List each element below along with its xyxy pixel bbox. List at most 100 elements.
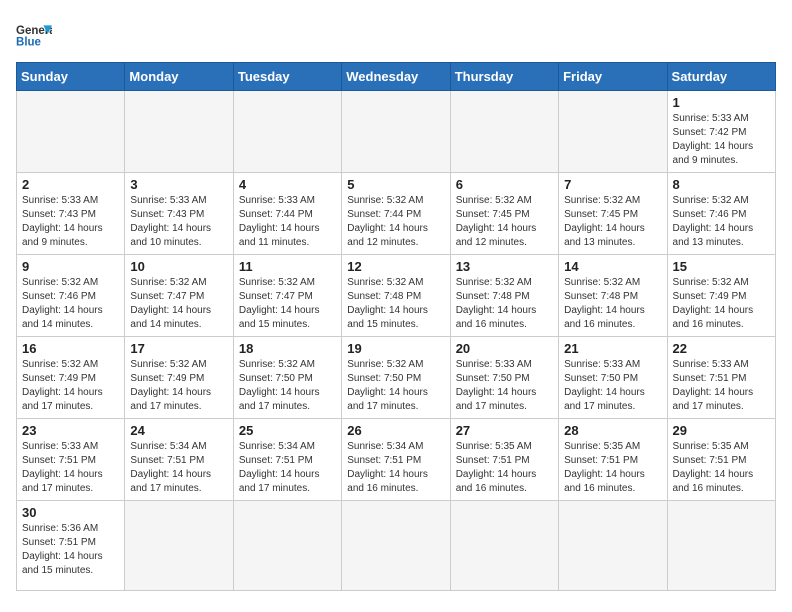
calendar-day-cell: 21 Sunrise: 5:33 AM Sunset: 7:50 PM Dayli…	[559, 337, 667, 419]
calendar-day-cell	[450, 91, 558, 173]
day-info: Sunrise: 5:34 AM Sunset: 7:51 PM Dayligh…	[347, 440, 444, 496]
calendar-day-cell: 13 Sunrise: 5:32 AM Sunset: 7:48 PM Dayli…	[450, 255, 558, 337]
calendar-week-row: 9 Sunrise: 5:32 AM Sunset: 7:46 PM Daylig…	[17, 255, 776, 337]
day-of-week-header: Saturday	[667, 63, 775, 91]
calendar-day-cell: 9 Sunrise: 5:32 AM Sunset: 7:46 PM Daylig…	[17, 255, 125, 337]
calendar-day-cell	[125, 501, 233, 591]
day-number: 19	[347, 341, 444, 356]
day-info: Sunrise: 5:36 AM Sunset: 7:51 PM Dayligh…	[22, 522, 119, 578]
day-info: Sunrise: 5:32 AM Sunset: 7:47 PM Dayligh…	[239, 276, 336, 332]
calendar-week-row: 2 Sunrise: 5:33 AM Sunset: 7:43 PM Daylig…	[17, 173, 776, 255]
day-of-week-header: Tuesday	[233, 63, 341, 91]
day-number: 12	[347, 259, 444, 274]
day-info: Sunrise: 5:32 AM Sunset: 7:44 PM Dayligh…	[347, 194, 444, 250]
day-number: 22	[673, 341, 770, 356]
calendar-week-row: 1Sunrise: 5:33 AM Sunset: 7:42 PM Daylig…	[17, 91, 776, 173]
calendar-day-cell: 5 Sunrise: 5:32 AM Sunset: 7:44 PM Daylig…	[342, 173, 450, 255]
calendar-day-cell: 22Sunrise: 5:33 AM Sunset: 7:51 PM Dayli…	[667, 337, 775, 419]
day-info: Sunrise: 5:32 AM Sunset: 7:48 PM Dayligh…	[347, 276, 444, 332]
day-info: Sunrise: 5:33 AM Sunset: 7:51 PM Dayligh…	[22, 440, 119, 496]
day-number: 17	[130, 341, 227, 356]
calendar-day-cell	[233, 91, 341, 173]
calendar-day-cell: 8Sunrise: 5:32 AM Sunset: 7:46 PM Daylig…	[667, 173, 775, 255]
calendar-day-cell	[125, 91, 233, 173]
calendar-day-cell: 2 Sunrise: 5:33 AM Sunset: 7:43 PM Daylig…	[17, 173, 125, 255]
calendar-day-cell	[17, 91, 125, 173]
day-of-week-header: Wednesday	[342, 63, 450, 91]
day-info: Sunrise: 5:32 AM Sunset: 7:47 PM Dayligh…	[130, 276, 227, 332]
calendar-week-row: 16Sunrise: 5:32 AM Sunset: 7:49 PM Dayli…	[17, 337, 776, 419]
day-of-week-header: Monday	[125, 63, 233, 91]
day-number: 26	[347, 423, 444, 438]
day-of-week-header: Sunday	[17, 63, 125, 91]
calendar-day-cell: 26 Sunrise: 5:34 AM Sunset: 7:51 PM Dayli…	[342, 419, 450, 501]
day-info: Sunrise: 5:35 AM Sunset: 7:51 PM Dayligh…	[456, 440, 553, 496]
calendar-day-cell: 3Sunrise: 5:33 AM Sunset: 7:43 PM Daylig…	[125, 173, 233, 255]
calendar-day-cell: 15 Sunrise: 5:32 AM Sunset: 7:49 PM Dayli…	[667, 255, 775, 337]
calendar-day-cell: 28Sunrise: 5:35 AM Sunset: 7:51 PM Dayli…	[559, 419, 667, 501]
day-number: 11	[239, 259, 336, 274]
day-number: 20	[456, 341, 553, 356]
calendar-day-cell	[559, 501, 667, 591]
day-info: Sunrise: 5:34 AM Sunset: 7:51 PM Dayligh…	[239, 440, 336, 496]
day-number: 24	[130, 423, 227, 438]
day-number: 6	[456, 177, 553, 192]
day-number: 9	[22, 259, 119, 274]
day-number: 27	[456, 423, 553, 438]
calendar-day-cell: 16Sunrise: 5:32 AM Sunset: 7:49 PM Dayli…	[17, 337, 125, 419]
calendar-day-cell: 18 Sunrise: 5:32 AM Sunset: 7:50 PM Dayli…	[233, 337, 341, 419]
day-of-week-header: Friday	[559, 63, 667, 91]
calendar-week-row: 30 Sunrise: 5:36 AM Sunset: 7:51 PM Dayli…	[17, 501, 776, 591]
calendar-day-cell: 23 Sunrise: 5:33 AM Sunset: 7:51 PM Dayli…	[17, 419, 125, 501]
calendar-day-cell: 19Sunrise: 5:32 AM Sunset: 7:50 PM Dayli…	[342, 337, 450, 419]
calendar-day-cell: 7 Sunrise: 5:32 AM Sunset: 7:45 PM Daylig…	[559, 173, 667, 255]
day-info: Sunrise: 5:33 AM Sunset: 7:43 PM Dayligh…	[22, 194, 119, 250]
day-info: Sunrise: 5:32 AM Sunset: 7:50 PM Dayligh…	[239, 358, 336, 414]
day-info: Sunrise: 5:33 AM Sunset: 7:42 PM Dayligh…	[673, 112, 770, 168]
day-number: 30	[22, 505, 119, 520]
day-number: 10	[130, 259, 227, 274]
day-info: Sunrise: 5:34 AM Sunset: 7:51 PM Dayligh…	[130, 440, 227, 496]
day-info: Sunrise: 5:35 AM Sunset: 7:51 PM Dayligh…	[673, 440, 770, 496]
day-info: Sunrise: 5:32 AM Sunset: 7:45 PM Dayligh…	[456, 194, 553, 250]
calendar-table: SundayMondayTuesdayWednesdayThursdayFrid…	[16, 62, 776, 591]
calendar-day-cell: 29 Sunrise: 5:35 AM Sunset: 7:51 PM Dayli…	[667, 419, 775, 501]
calendar-day-cell	[559, 91, 667, 173]
day-number: 18	[239, 341, 336, 356]
day-info: Sunrise: 5:32 AM Sunset: 7:46 PM Dayligh…	[673, 194, 770, 250]
day-number: 25	[239, 423, 336, 438]
day-of-week-header: Thursday	[450, 63, 558, 91]
day-number: 21	[564, 341, 661, 356]
day-number: 4	[239, 177, 336, 192]
day-info: Sunrise: 5:32 AM Sunset: 7:49 PM Dayligh…	[22, 358, 119, 414]
day-info: Sunrise: 5:32 AM Sunset: 7:48 PM Dayligh…	[456, 276, 553, 332]
calendar-day-cell: 27 Sunrise: 5:35 AM Sunset: 7:51 PM Dayli…	[450, 419, 558, 501]
day-info: Sunrise: 5:33 AM Sunset: 7:44 PM Dayligh…	[239, 194, 336, 250]
day-info: Sunrise: 5:32 AM Sunset: 7:49 PM Dayligh…	[673, 276, 770, 332]
day-number: 28	[564, 423, 661, 438]
page-header: General Blue	[16, 16, 776, 52]
day-info: Sunrise: 5:32 AM Sunset: 7:45 PM Dayligh…	[564, 194, 661, 250]
calendar-day-cell	[233, 501, 341, 591]
day-number: 3	[130, 177, 227, 192]
day-info: Sunrise: 5:33 AM Sunset: 7:50 PM Dayligh…	[456, 358, 553, 414]
day-info: Sunrise: 5:32 AM Sunset: 7:46 PM Dayligh…	[22, 276, 119, 332]
day-info: Sunrise: 5:32 AM Sunset: 7:48 PM Dayligh…	[564, 276, 661, 332]
day-number: 23	[22, 423, 119, 438]
calendar-day-cell: 11 Sunrise: 5:32 AM Sunset: 7:47 PM Dayli…	[233, 255, 341, 337]
day-info: Sunrise: 5:33 AM Sunset: 7:50 PM Dayligh…	[564, 358, 661, 414]
calendar-day-cell	[342, 91, 450, 173]
calendar-day-cell: 12 Sunrise: 5:32 AM Sunset: 7:48 PM Dayli…	[342, 255, 450, 337]
calendar-day-cell: 10 Sunrise: 5:32 AM Sunset: 7:47 PM Dayli…	[125, 255, 233, 337]
calendar-header-row: SundayMondayTuesdayWednesdayThursdayFrid…	[17, 63, 776, 91]
calendar-day-cell: 30 Sunrise: 5:36 AM Sunset: 7:51 PM Dayli…	[17, 501, 125, 591]
day-number: 7	[564, 177, 661, 192]
day-number: 14	[564, 259, 661, 274]
day-number: 5	[347, 177, 444, 192]
day-number: 13	[456, 259, 553, 274]
day-info: Sunrise: 5:32 AM Sunset: 7:49 PM Dayligh…	[130, 358, 227, 414]
calendar-day-cell	[342, 501, 450, 591]
day-number: 2	[22, 177, 119, 192]
day-number: 15	[673, 259, 770, 274]
day-number: 29	[673, 423, 770, 438]
